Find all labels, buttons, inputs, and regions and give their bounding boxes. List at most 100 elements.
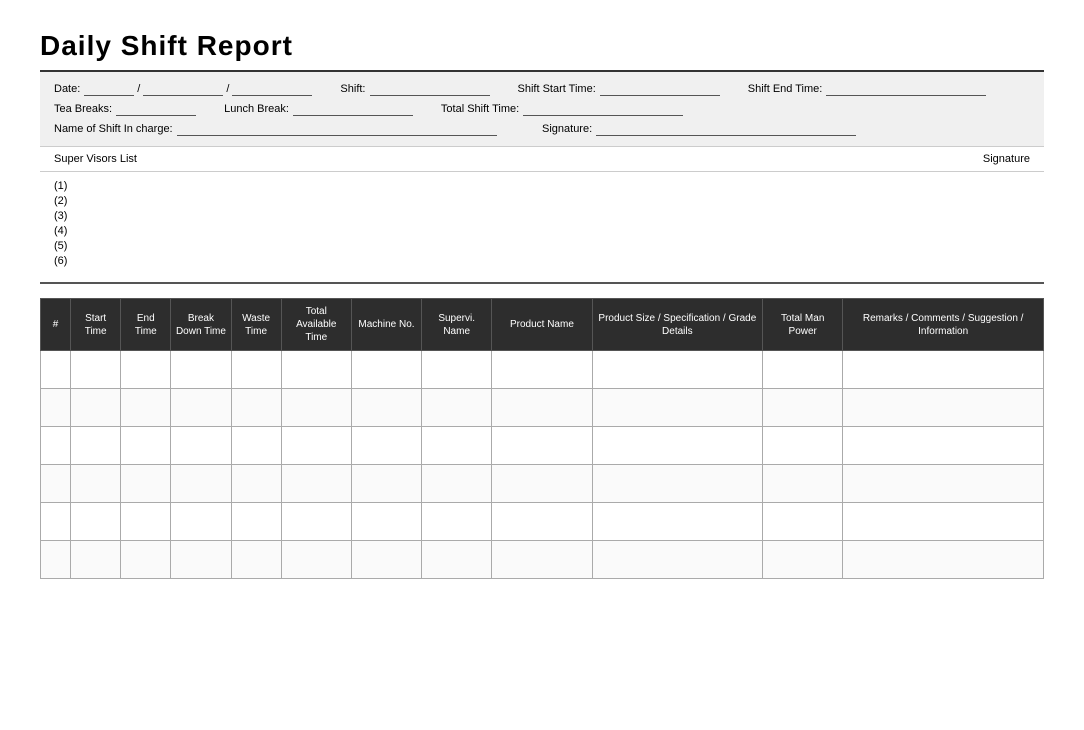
tea-breaks-field: Tea Breaks: xyxy=(54,102,196,116)
cell-0-7[interactable] xyxy=(422,351,492,389)
col-header-machine: Machine No. xyxy=(351,299,421,351)
cell-5-10[interactable] xyxy=(763,541,843,579)
cell-4-4[interactable] xyxy=(231,503,281,541)
signature-field: Signature: xyxy=(542,122,1002,136)
cell-3-7[interactable] xyxy=(422,465,492,503)
cell-2-2[interactable] xyxy=(121,427,171,465)
cell-0-9[interactable] xyxy=(592,351,763,389)
cell-2-11[interactable] xyxy=(843,427,1044,465)
cell-4-2[interactable] xyxy=(121,503,171,541)
supervisors-list-label: Super Visors List xyxy=(54,153,137,165)
cell-1-11[interactable] xyxy=(843,389,1044,427)
cell-1-6[interactable] xyxy=(351,389,421,427)
cell-1-9[interactable] xyxy=(592,389,763,427)
cell-3-1[interactable] xyxy=(71,465,121,503)
cell-4-9[interactable] xyxy=(592,503,763,541)
cell-3-2[interactable] xyxy=(121,465,171,503)
cell-5-5[interactable] xyxy=(281,541,351,579)
date-year[interactable] xyxy=(232,82,312,96)
cell-5-9[interactable] xyxy=(592,541,763,579)
cell-4-1[interactable] xyxy=(71,503,121,541)
form-row-3: Name of Shift In charge: Signature: xyxy=(54,122,1030,136)
cell-5-7[interactable] xyxy=(422,541,492,579)
shift-end-value[interactable] xyxy=(826,82,986,96)
cell-3-11[interactable] xyxy=(843,465,1044,503)
cell-4-8[interactable] xyxy=(492,503,592,541)
cell-2-6[interactable] xyxy=(351,427,421,465)
cell-1-4[interactable] xyxy=(231,389,281,427)
name-value[interactable] xyxy=(177,122,497,136)
cell-3-9[interactable] xyxy=(592,465,763,503)
cell-2-4[interactable] xyxy=(231,427,281,465)
cell-1-3[interactable] xyxy=(171,389,231,427)
cell-4-0[interactable] xyxy=(41,503,71,541)
cell-3-4[interactable] xyxy=(231,465,281,503)
cell-1-10[interactable] xyxy=(763,389,843,427)
cell-3-0[interactable] xyxy=(41,465,71,503)
lunch-break-field: Lunch Break: xyxy=(224,102,413,116)
cell-0-10[interactable] xyxy=(763,351,843,389)
cell-2-8[interactable] xyxy=(492,427,592,465)
cell-5-6[interactable] xyxy=(351,541,421,579)
cell-2-3[interactable] xyxy=(171,427,231,465)
cell-1-0[interactable] xyxy=(41,389,71,427)
cell-0-4[interactable] xyxy=(231,351,281,389)
cell-1-1[interactable] xyxy=(71,389,121,427)
shift-start-label: Shift Start Time: xyxy=(518,83,596,95)
table-row xyxy=(41,351,1044,389)
cell-0-5[interactable] xyxy=(281,351,351,389)
cell-3-5[interactable] xyxy=(281,465,351,503)
cell-0-0[interactable] xyxy=(41,351,71,389)
cell-4-5[interactable] xyxy=(281,503,351,541)
cell-1-2[interactable] xyxy=(121,389,171,427)
cell-4-10[interactable] xyxy=(763,503,843,541)
form-row-1: Date: / / Shift: Shift Start Time: Shift… xyxy=(54,82,1030,96)
cell-1-5[interactable] xyxy=(281,389,351,427)
date-label: Date: xyxy=(54,83,80,95)
cell-0-11[interactable] xyxy=(843,351,1044,389)
cell-2-1[interactable] xyxy=(71,427,121,465)
cell-3-10[interactable] xyxy=(763,465,843,503)
form-section: Date: / / Shift: Shift Start Time: Shift… xyxy=(40,72,1044,147)
tea-breaks-label: Tea Breaks: xyxy=(54,103,112,115)
slash2: / xyxy=(226,83,229,95)
cell-2-5[interactable] xyxy=(281,427,351,465)
cell-3-6[interactable] xyxy=(351,465,421,503)
cell-4-6[interactable] xyxy=(351,503,421,541)
total-shift-value[interactable] xyxy=(523,102,683,116)
cell-1-8[interactable] xyxy=(492,389,592,427)
cell-5-8[interactable] xyxy=(492,541,592,579)
shift-value[interactable] xyxy=(370,82,490,96)
cell-0-2[interactable] xyxy=(121,351,171,389)
cell-3-3[interactable] xyxy=(171,465,231,503)
cell-2-7[interactable] xyxy=(422,427,492,465)
cell-5-11[interactable] xyxy=(843,541,1044,579)
date-day[interactable] xyxy=(84,82,134,96)
cell-5-0[interactable] xyxy=(41,541,71,579)
cell-5-2[interactable] xyxy=(121,541,171,579)
cell-3-8[interactable] xyxy=(492,465,592,503)
tea-breaks-value[interactable] xyxy=(116,102,196,116)
table-row xyxy=(41,503,1044,541)
cell-4-11[interactable] xyxy=(843,503,1044,541)
cell-5-1[interactable] xyxy=(71,541,121,579)
cell-5-3[interactable] xyxy=(171,541,231,579)
cell-2-9[interactable] xyxy=(592,427,763,465)
cell-1-7[interactable] xyxy=(422,389,492,427)
date-month[interactable] xyxy=(143,82,223,96)
cell-4-7[interactable] xyxy=(422,503,492,541)
cell-0-8[interactable] xyxy=(492,351,592,389)
lunch-break-label: Lunch Break: xyxy=(224,103,289,115)
lunch-break-value[interactable] xyxy=(293,102,413,116)
signature-value[interactable] xyxy=(596,122,856,136)
cell-2-10[interactable] xyxy=(763,427,843,465)
cell-0-1[interactable] xyxy=(71,351,121,389)
cell-5-4[interactable] xyxy=(231,541,281,579)
shift-field: Shift: xyxy=(340,82,489,96)
cell-4-3[interactable] xyxy=(171,503,231,541)
shift-start-value[interactable] xyxy=(600,82,720,96)
cell-2-0[interactable] xyxy=(41,427,71,465)
col-header-supervi: Supervi. Name xyxy=(422,299,492,351)
cell-0-3[interactable] xyxy=(171,351,231,389)
cell-0-6[interactable] xyxy=(351,351,421,389)
